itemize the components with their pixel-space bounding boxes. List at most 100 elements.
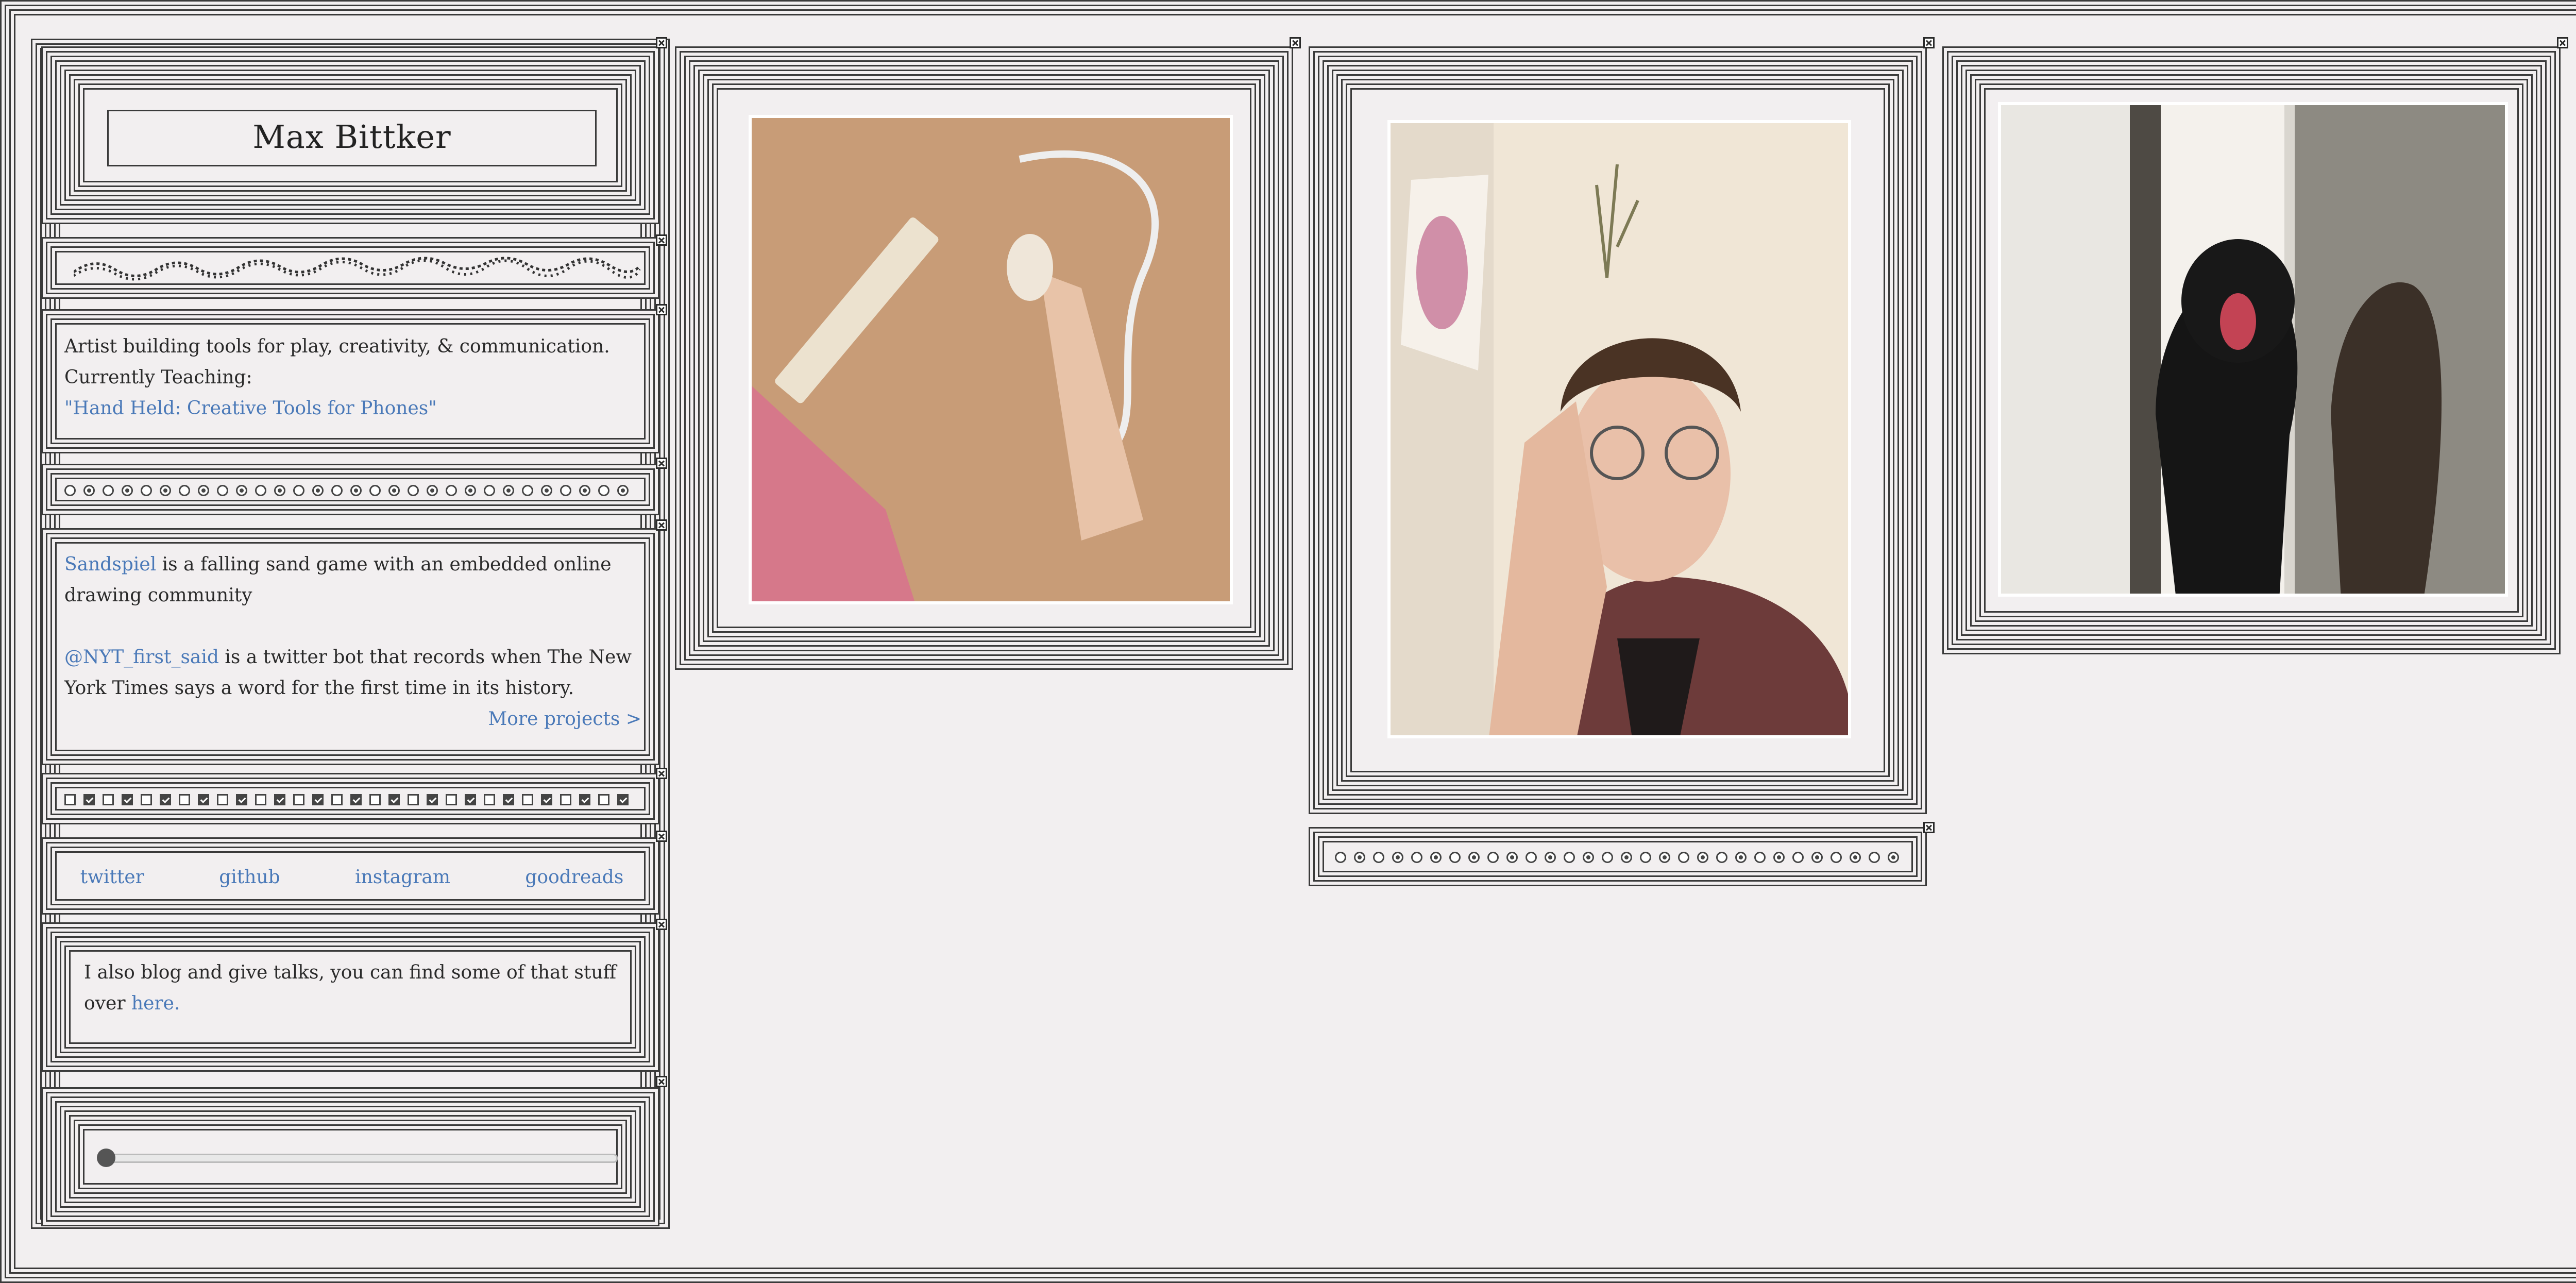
radio-button[interactable]	[1811, 852, 1823, 863]
radio-button[interactable]	[598, 485, 609, 496]
checkbox[interactable]	[408, 794, 419, 805]
radio-button[interactable]	[331, 485, 343, 496]
checkbox[interactable]	[274, 794, 285, 805]
radio-button[interactable]	[560, 485, 571, 496]
close-icon[interactable]	[656, 768, 667, 779]
close-icon[interactable]	[656, 304, 667, 315]
radio-button[interactable]	[179, 485, 190, 496]
instagram-link[interactable]: instagram	[355, 862, 450, 893]
checkbox[interactable]	[617, 794, 629, 805]
checkbox[interactable]	[446, 794, 457, 805]
close-icon[interactable]	[656, 37, 667, 48]
checkbox[interactable]	[541, 794, 552, 805]
radio-button[interactable]	[408, 485, 419, 496]
slider-handle[interactable]	[97, 1149, 115, 1167]
radio-button[interactable]	[1716, 852, 1727, 863]
radio-button[interactable]	[1468, 852, 1480, 863]
radio-button[interactable]	[1697, 852, 1708, 863]
checkbox[interactable]	[141, 794, 152, 805]
radio-button[interactable]	[1583, 852, 1594, 863]
radio-button[interactable]	[446, 485, 457, 496]
slider-track[interactable]	[99, 1154, 618, 1163]
radio-button[interactable]	[541, 485, 552, 496]
radio-button[interactable]	[1659, 852, 1670, 863]
close-icon[interactable]	[2557, 37, 2568, 48]
radio-button[interactable]	[312, 485, 324, 496]
radio-button[interactable]	[274, 485, 285, 496]
github-link[interactable]: github	[219, 862, 280, 893]
radio-button[interactable]	[1602, 852, 1613, 863]
radio-button[interactable]	[103, 485, 114, 496]
radio-button[interactable]	[427, 485, 438, 496]
checkbox[interactable]	[64, 794, 76, 805]
close-icon[interactable]	[656, 831, 667, 842]
checkbox[interactable]	[103, 794, 114, 805]
radio-button[interactable]	[83, 485, 95, 496]
radio-button[interactable]	[503, 485, 514, 496]
radio-button[interactable]	[1449, 852, 1461, 863]
radio-button[interactable]	[484, 485, 495, 496]
radio-button[interactable]	[1754, 852, 1766, 863]
radio-button[interactable]	[1506, 852, 1518, 863]
radio-button[interactable]	[1640, 852, 1651, 863]
radio-button[interactable]	[217, 485, 228, 496]
radio-button[interactable]	[465, 485, 476, 496]
checkbox[interactable]	[198, 794, 209, 805]
radio-button[interactable]	[1792, 852, 1804, 863]
radio-button[interactable]	[141, 485, 152, 496]
checkbox[interactable]	[179, 794, 190, 805]
nyt-first-said-link[interactable]: @NYT_first_said	[64, 647, 219, 668]
radio-button[interactable]	[388, 485, 400, 496]
radio-button[interactable]	[255, 485, 266, 496]
checkbox[interactable]	[331, 794, 343, 805]
checkbox[interactable]	[388, 794, 400, 805]
radio-button[interactable]	[1430, 852, 1442, 863]
sandspiel-link[interactable]: Sandspiel	[64, 554, 156, 575]
close-icon[interactable]	[1290, 37, 1301, 48]
checkbox[interactable]	[579, 794, 590, 805]
radio-button[interactable]	[1869, 852, 1880, 863]
close-icon[interactable]	[656, 519, 667, 531]
close-icon[interactable]	[656, 919, 667, 930]
radio-button[interactable]	[64, 485, 76, 496]
radio-button[interactable]	[1526, 852, 1537, 863]
radio-button[interactable]	[1850, 852, 1861, 863]
radio-button[interactable]	[236, 485, 247, 496]
radio-button[interactable]	[160, 485, 171, 496]
checkbox[interactable]	[350, 794, 362, 805]
checkbox[interactable]	[369, 794, 381, 805]
checkbox[interactable]	[255, 794, 266, 805]
checkbox[interactable]	[503, 794, 514, 805]
checkbox[interactable]	[160, 794, 171, 805]
radio-button[interactable]	[1335, 852, 1346, 863]
radio-button[interactable]	[522, 485, 533, 496]
radio-button[interactable]	[1888, 852, 1899, 863]
checkbox[interactable]	[427, 794, 438, 805]
twitter-link[interactable]: twitter	[80, 862, 144, 893]
radio-button[interactable]	[293, 485, 304, 496]
radio-button[interactable]	[1411, 852, 1422, 863]
checkbox[interactable]	[217, 794, 228, 805]
radio-button[interactable]	[122, 485, 133, 496]
checkbox[interactable]	[293, 794, 304, 805]
checkbox[interactable]	[465, 794, 476, 805]
close-icon[interactable]	[1923, 822, 1935, 833]
radio-button[interactable]	[1354, 852, 1365, 863]
checkbox[interactable]	[122, 794, 133, 805]
radio-button[interactable]	[350, 485, 362, 496]
radio-button[interactable]	[1773, 852, 1785, 863]
radio-button[interactable]	[1621, 852, 1632, 863]
radio-button[interactable]	[1373, 852, 1384, 863]
radio-button[interactable]	[1564, 852, 1575, 863]
checkbox[interactable]	[484, 794, 495, 805]
checkbox[interactable]	[598, 794, 609, 805]
close-icon[interactable]	[656, 234, 667, 246]
radio-button[interactable]	[1392, 852, 1403, 863]
close-icon[interactable]	[656, 458, 667, 469]
radio-button[interactable]	[1545, 852, 1556, 863]
course-link[interactable]: "Hand Held: Creative Tools for Phones"	[64, 398, 437, 419]
radio-button[interactable]	[1831, 852, 1842, 863]
radio-button[interactable]	[1735, 852, 1747, 863]
radio-button[interactable]	[1678, 852, 1689, 863]
checkbox[interactable]	[560, 794, 571, 805]
